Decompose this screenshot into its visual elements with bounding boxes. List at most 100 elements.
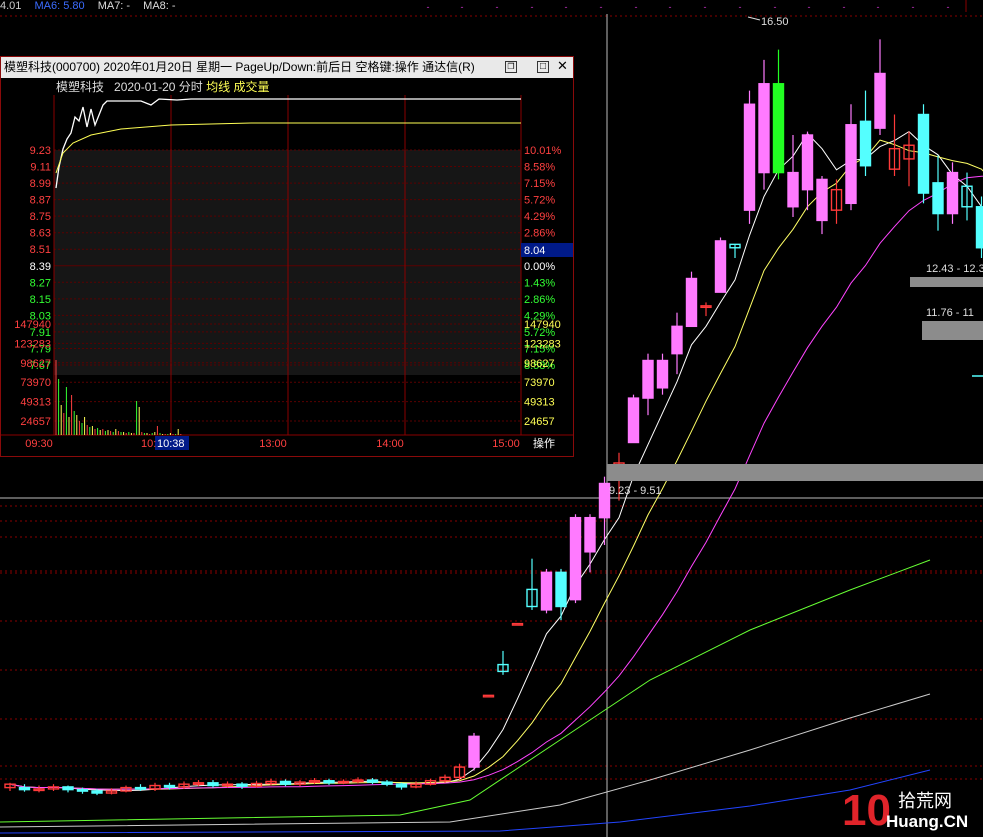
candle-body-55	[801, 134, 814, 191]
candle-51	[743, 90, 756, 224]
candle-49	[714, 237, 727, 293]
candle-67	[975, 196, 983, 258]
time-label-4: 15:00	[492, 438, 520, 450]
candle-23	[337, 779, 350, 785]
candle-3	[47, 784, 60, 791]
candle-body-47	[685, 277, 698, 328]
range-label-1: 12.43 - 12.32	[926, 263, 983, 275]
candle-40	[584, 514, 596, 573]
candle-body-25	[366, 779, 379, 783]
pct-label-5: 2.86%	[524, 228, 555, 240]
candle-0	[4, 782, 16, 791]
range-band-1	[910, 277, 983, 287]
price-label-6: 8.51	[30, 244, 51, 256]
candle-body-53	[772, 83, 785, 174]
candle-54	[787, 135, 799, 217]
candle-61	[888, 114, 901, 176]
candle-27	[395, 782, 408, 790]
candle-body-63	[917, 113, 930, 194]
candle-44	[642, 353, 654, 416]
popup-title: 模塑科技(000700) 2020年01月20日 星期一 PageUp/Down…	[4, 60, 475, 74]
ma7-value: MA7: -	[97, 0, 131, 12]
vol-label-5: 24657	[20, 416, 51, 428]
time-label-0: 09:30	[25, 438, 53, 450]
price-label-2: 8.99	[30, 178, 51, 190]
candle-body-6	[91, 790, 103, 794]
candle-38	[555, 568, 567, 621]
price-label-9: 8.15	[30, 294, 51, 306]
candle-64	[932, 155, 944, 231]
time-label-3: 14:00	[376, 438, 404, 450]
top-marker-13: -	[877, 2, 880, 12]
candle-57	[830, 179, 843, 224]
candle-body-44	[642, 359, 654, 399]
candle-body-67	[975, 206, 983, 249]
candle-19	[279, 779, 292, 787]
ma6-value: MA6: 5.80	[34, 0, 85, 12]
candle-22	[323, 778, 335, 785]
top-marker-6: -	[635, 2, 638, 12]
vol-label-right-3: 73970	[524, 377, 555, 389]
candle-62	[903, 131, 915, 187]
range-label-2: 11.76 - 11	[926, 307, 974, 319]
price-label-3: 8.87	[30, 195, 51, 207]
pct-label-8: 1.43%	[524, 277, 555, 289]
candle-body-9	[134, 786, 147, 790]
mode-label: 分时	[178, 80, 203, 94]
top-marker-9: -	[739, 2, 742, 12]
popup-titlebar[interactable]: 模塑科技(000700) 2020年01月20日 星期一 PageUp/Down…	[1, 57, 573, 78]
chart-annotations: 16.50 12.43 - 12.32 11.76 - 11 9.23 - 9.51	[607, 16, 983, 497]
top-marker-0: -	[427, 2, 430, 12]
candle-14	[207, 780, 219, 788]
candle-26	[381, 780, 393, 787]
candle-body-37	[540, 571, 553, 611]
candle-body-43	[627, 397, 640, 444]
candle-32	[468, 732, 480, 771]
restore-icon[interactable]: ❐	[505, 61, 517, 73]
candle-1	[18, 784, 31, 792]
vol-label-right-5: 24657	[524, 416, 555, 428]
candle-50	[729, 243, 741, 258]
candle-body-49	[714, 240, 727, 293]
candle-body-51	[743, 103, 756, 211]
ma8-value: MA8: -	[143, 0, 176, 12]
vol-label-right-2: 98627	[524, 358, 555, 370]
cursor-time: 10:38	[157, 438, 185, 450]
top-marker-11: -	[808, 2, 811, 12]
intraday-chart: 9.23 10.01% 9.11 8.58% 8.99 7.15% 8.87 5.72% 8.7…	[1, 95, 573, 450]
candle-48	[700, 302, 712, 317]
intraday-popup[interactable]: 9.23 10.01% 9.11 8.58% 8.99 7.15% 8.87 5.72% 8.7…	[0, 56, 574, 457]
maximize-icon[interactable]: □	[537, 61, 549, 73]
candle-body-4	[62, 786, 74, 791]
pct-label-4: 4.29%	[524, 211, 555, 223]
range-label-3: 9.23 - 9.51	[609, 485, 662, 497]
candle-body-14	[207, 782, 219, 787]
candle-body-64	[932, 182, 944, 215]
time-label-2: 13:00	[259, 438, 287, 450]
candle-39	[569, 514, 582, 604]
candle-47	[685, 271, 698, 328]
candle-66	[961, 172, 973, 221]
price-label-7: 8.39	[30, 261, 51, 273]
vol-label-1: 123283	[14, 338, 51, 350]
high-label: 16.50	[761, 16, 789, 28]
top-marker-14: -	[912, 2, 915, 12]
top-marker-10: -	[774, 2, 777, 12]
top-marker-3: -	[531, 2, 534, 12]
candle-46	[671, 312, 683, 375]
vol-label-2: 98627	[20, 358, 51, 370]
candle-43	[627, 394, 640, 444]
candle-body-33	[482, 694, 495, 698]
close-icon[interactable]: ✕	[557, 59, 568, 72]
cursor-price: 8.04	[524, 245, 545, 257]
candle-36	[526, 558, 538, 610]
popup-subheader: 模塑科技 2020-01-20 分时 均线 成交量	[56, 79, 270, 95]
vol-label-right-4: 49313	[524, 397, 555, 409]
candle-body-46	[671, 325, 683, 355]
candle-body-5	[76, 788, 89, 792]
candle-body-40	[584, 516, 596, 553]
candle-body-58	[845, 124, 857, 205]
top-marker-12: -	[843, 2, 846, 12]
price-label-5: 8.63	[30, 228, 51, 240]
candle-65	[946, 162, 959, 224]
